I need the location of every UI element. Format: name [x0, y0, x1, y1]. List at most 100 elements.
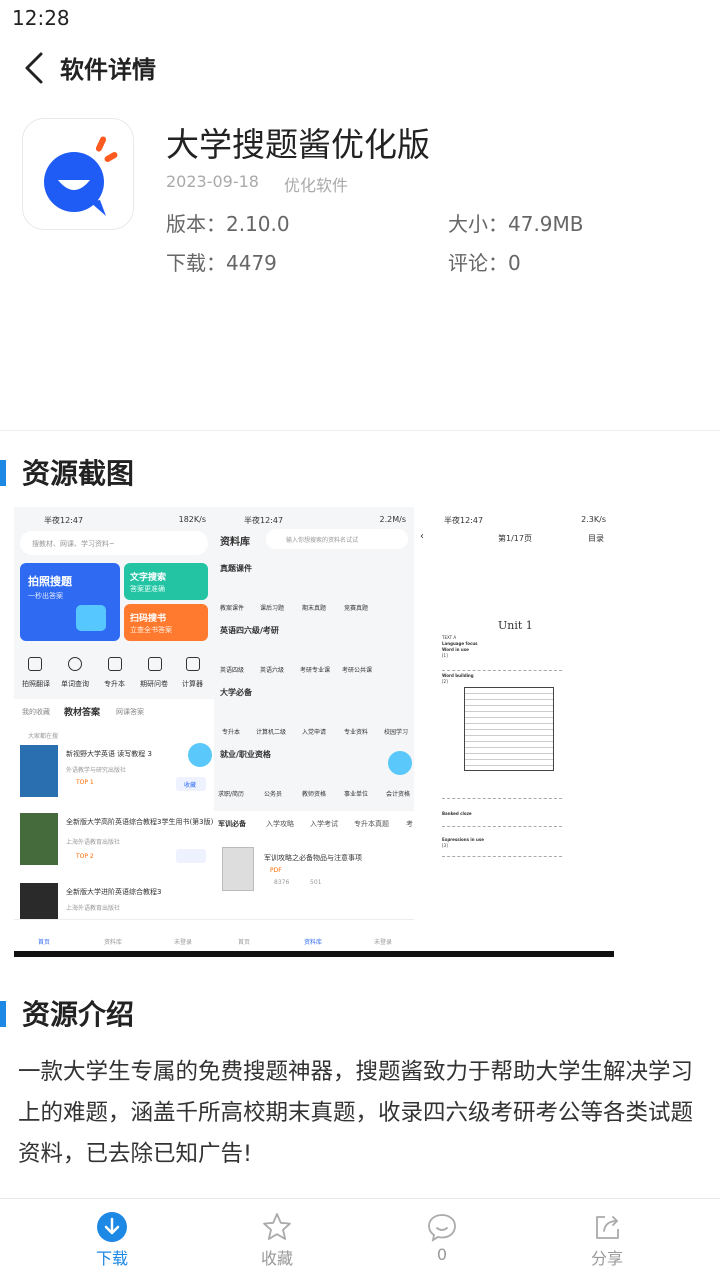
mini-item: 考研公共课 — [342, 667, 373, 674]
size-info: 大小：47.9MB — [448, 208, 584, 237]
mini-book-publisher: 外语教学与研究出版社 — [66, 767, 127, 774]
divider — [0, 430, 720, 431]
screenshot-gallery[interactable]: 半夜12:47 182K/s 搜教材、网课、学习资料~ 拍照搜题 一秒出答案 文… — [14, 507, 614, 957]
mini-book-publisher: 上海外语教育出版社 — [66, 839, 121, 846]
comments-label: 评论： — [448, 251, 508, 275]
mini-collect: 收藏 — [184, 782, 197, 789]
mini-book-title: 新视野大学英语 读写教程 3 — [66, 750, 152, 758]
back-button[interactable] — [14, 48, 54, 88]
favorite-label: 收藏 — [260, 1249, 293, 1268]
page-title: 软件详情 — [60, 56, 156, 84]
mini-item: 英语六级 — [260, 667, 285, 674]
downloads-label: 下载： — [166, 251, 226, 275]
app-info: 大学搜题酱优化版 2023-09-18 优化软件 版本：2.10.0 大小：47… — [0, 110, 720, 410]
share-button[interactable]: 分享 — [547, 1199, 667, 1280]
bottom-action-bar: 下载 收藏 0 分享 — [0, 1198, 720, 1280]
download-label: 下载 — [95, 1249, 128, 1268]
share-label: 分享 — [590, 1249, 623, 1268]
mini-status-bar: 半夜12:47 2.2M/s — [214, 511, 414, 527]
screenshots-title: 资源截图 — [22, 457, 135, 490]
mini-nav: 首页 — [38, 939, 51, 946]
size-label: 大小： — [448, 212, 508, 236]
mini-item: 事业单位 — [344, 791, 369, 798]
mini-back-icon: ‹ — [420, 531, 424, 542]
mini-book-title: 全新版大学进阶英语综合教程3 — [66, 888, 162, 896]
comments-info: 评论：0 — [448, 247, 521, 276]
size-value: 47.9MB — [508, 212, 584, 236]
mini-doc-line: Word building — [442, 673, 474, 678]
mini-doc-line: [3] — [442, 843, 448, 848]
mini-item: 入党申请 — [302, 729, 327, 736]
mini-item: 教师资格 — [302, 791, 327, 798]
mini-nav: 未登录 — [174, 939, 193, 946]
mini-nav: 首页 — [238, 939, 251, 946]
mini-item: 课后习题 — [260, 605, 285, 612]
mini-status-bar: 半夜12:47 182K/s — [14, 511, 214, 527]
mini-item: 竞赛真题 — [344, 605, 369, 612]
section-accent-bar — [0, 1001, 6, 1027]
mini-page-indicator: 第1/17页 — [498, 534, 532, 543]
mini-net: 2.3K/s — [581, 515, 606, 524]
mini-card-photo-search: 拍照搜题 一秒出答案 — [20, 563, 120, 641]
mini-article-title: 军训攻略之必备物品与注意事项 — [264, 854, 362, 862]
mini-tools-row: 拍照翻译 单词查询 专升本 期研问卷 计算器 — [14, 653, 214, 693]
comments-button[interactable]: 0 — [382, 1199, 502, 1280]
mini-item: 求职/简历 — [218, 791, 245, 798]
mini-catalog: 目录 — [588, 534, 604, 543]
mini-tab: 考 — [406, 820, 413, 828]
mini-doc-line: [2] — [442, 679, 448, 684]
mini-time: 半夜12:47 — [244, 516, 284, 525]
mini-group-title: 大学必备 — [220, 688, 252, 697]
mini-status-bar: 半夜12:47 2.3K/s — [414, 511, 614, 527]
mini-item: 教案课件 — [220, 605, 245, 612]
comments-count: 0 — [436, 1245, 448, 1264]
favorite-button[interactable]: 收藏 — [217, 1199, 337, 1280]
comment-icon — [428, 1214, 456, 1242]
screenshot-1[interactable]: 半夜12:47 182K/s 搜教材、网课、学习资料~ 拍照搜题 一秒出答案 文… — [14, 507, 214, 957]
mini-tool: 专升本 — [104, 680, 125, 688]
mini-card-text-search: 文字搜索 答案更准确 — [124, 563, 208, 600]
mini-nav: 资料库 — [304, 939, 323, 946]
mini-book-publisher: 上海外语教育出版社 — [66, 905, 121, 912]
mini-net: 2.2M/s — [379, 515, 407, 524]
mini-tool: 计算器 — [182, 680, 203, 688]
screenshot-3[interactable]: 半夜12:47 2.3K/s ‹ 第1/17页 目录 Unit 1 TEXT A… — [414, 507, 614, 957]
intro-text: 一款大学生专属的免费搜题神器，搜题酱致力于帮助大学生解决学习上的难题，涵盖千所高… — [18, 1059, 694, 1167]
mini-item: 考研专业课 — [300, 667, 331, 674]
screenshot-2[interactable]: 半夜12:47 2.2M/s 资料库 输入你想搜索的资料名试试 真题课件 教案课… — [214, 507, 414, 957]
mini-doc-line: Expressions in use — [442, 837, 484, 842]
mini-tab: 入学考试 — [310, 820, 338, 828]
mini-group-title: 就业/职业资格 — [220, 750, 271, 759]
mini-card-title: 扫码搜书 — [130, 614, 167, 624]
mini-badge: TOP 2 — [76, 853, 94, 860]
mini-article-likes: 501 — [310, 879, 322, 886]
mini-tool: 拍照翻译 — [22, 680, 50, 688]
download-button[interactable]: 下载 — [52, 1199, 172, 1280]
mini-group-title: 英语四六级/考研 — [220, 626, 279, 635]
mini-card-title: 文字搜索 — [130, 573, 167, 583]
mini-card-sub: 答案更准确 — [130, 585, 165, 593]
app-logo-icon — [44, 136, 118, 216]
mini-article-tag: PDF — [270, 867, 282, 874]
mini-item: 计算机二级 — [256, 729, 287, 736]
share-icon — [596, 1216, 619, 1239]
gallery-bottom-edge — [14, 951, 614, 957]
mini-tool: 期研问卷 — [140, 680, 168, 688]
downloads-info: 下载：4479 — [166, 247, 277, 276]
star-icon — [263, 1213, 291, 1240]
navigation-bar: 软件详情 — [0, 40, 720, 96]
mini-group-title: 真题课件 — [220, 564, 252, 573]
mini-tab: 我的收藏 — [22, 708, 50, 716]
mini-item: 公务员 — [264, 791, 283, 798]
mini-item: 专业资料 — [344, 729, 369, 736]
mini-time: 半夜12:47 — [44, 516, 84, 525]
version-value: 2.10.0 — [226, 212, 290, 236]
mini-tab-active: 军训必备 — [218, 820, 246, 828]
comments-value: 0 — [508, 251, 521, 275]
mini-doc-line: Language focus — [442, 641, 478, 646]
mini-recent: 大家都在搜 — [28, 733, 59, 740]
download-icon — [97, 1212, 127, 1242]
mini-doc-line: TEXT A — [442, 635, 457, 640]
mini-doc-line: [1] — [442, 653, 448, 658]
mini-net: 182K/s — [178, 515, 206, 524]
